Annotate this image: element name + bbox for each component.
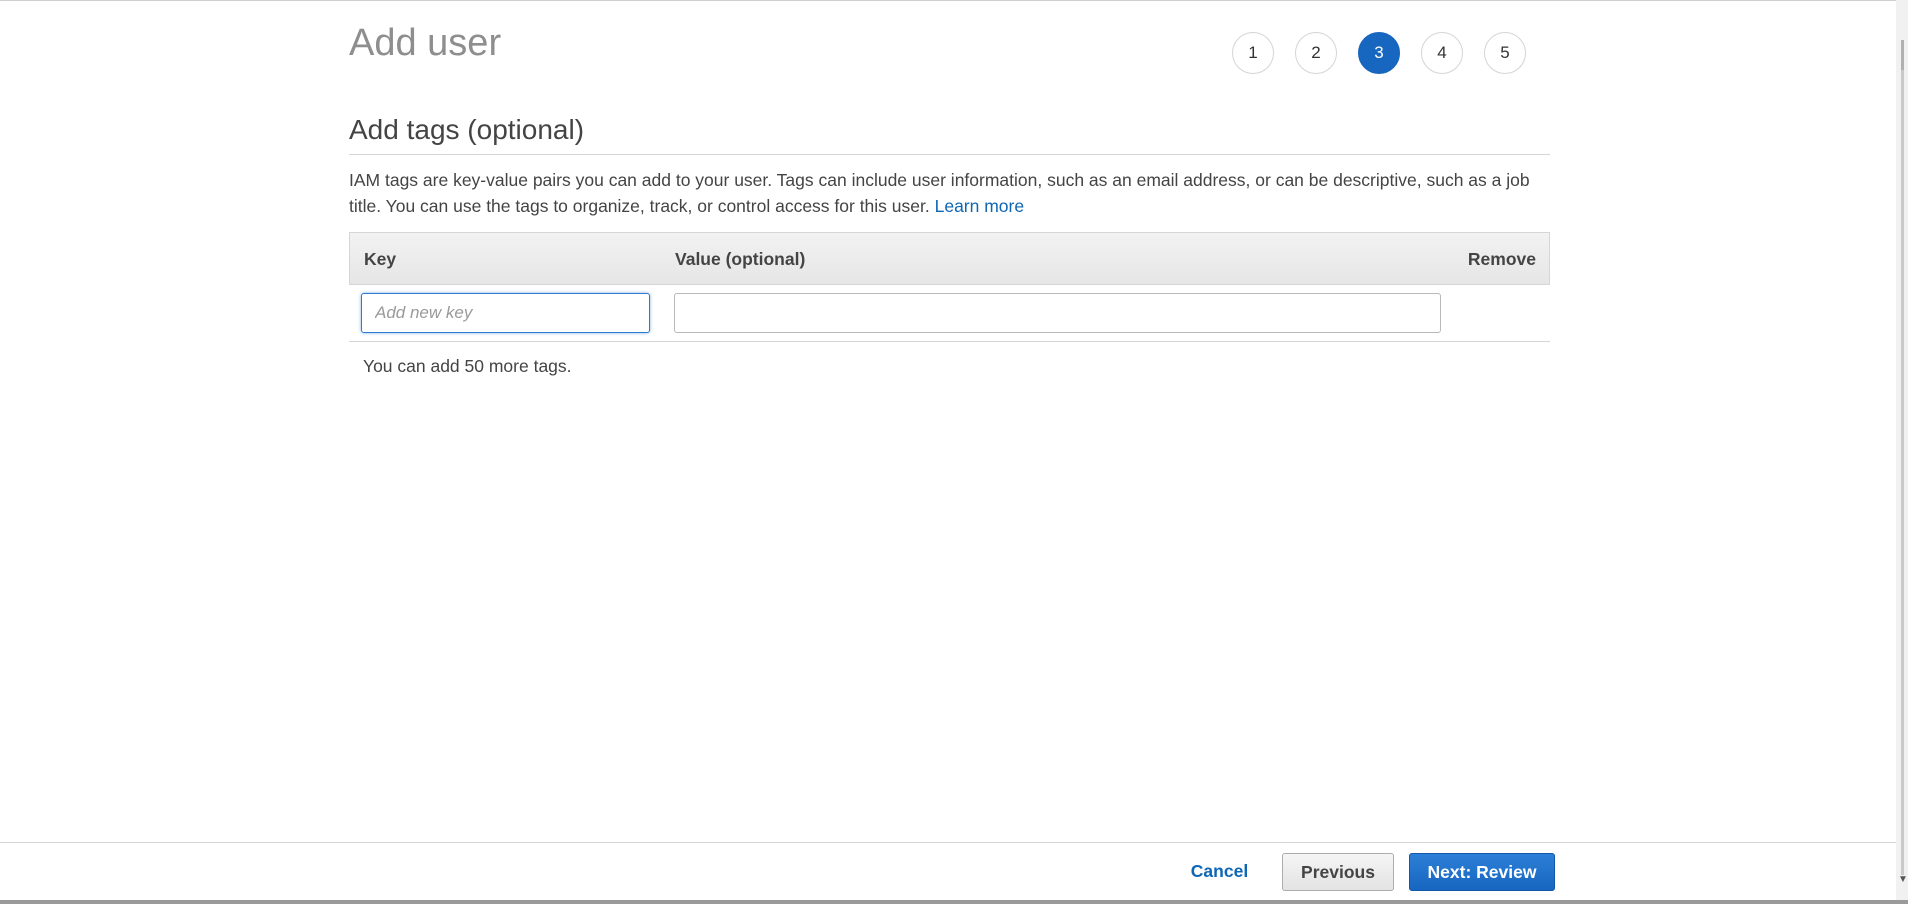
add-user-page: Add user 1 2 3 4 5 Add tags (optional) I… [0,0,1908,904]
scroll-down-arrow-icon[interactable]: ▼ [1898,874,1908,885]
step-4[interactable]: 4 [1421,32,1463,74]
section-description: IAM tags are key-value pairs you can add… [349,167,1550,219]
footer-divider [0,842,1896,843]
next-review-button[interactable]: Next: Review [1409,853,1555,891]
previous-button[interactable]: Previous [1282,853,1394,891]
learn-more-link[interactable]: Learn more [935,196,1025,216]
step-5[interactable]: 5 [1484,32,1526,74]
tags-table-header: Key Value (optional) Remove [349,232,1550,285]
step-1[interactable]: 1 [1232,32,1274,74]
bottom-border [0,900,1908,904]
tag-value-input[interactable] [674,293,1441,333]
step-3-active[interactable]: 3 [1358,32,1400,74]
remove-column-header: Remove [1467,249,1536,269]
section-title: Add tags (optional) [349,114,585,145]
step-2[interactable]: 2 [1295,32,1337,74]
tag-row-divider [349,341,1550,342]
tag-key-input[interactable] [361,293,650,333]
top-border [0,0,1908,1]
value-column-header: Value (optional) [675,249,806,269]
scrollbar-track[interactable] [1901,70,1904,875]
cancel-button[interactable]: Cancel [1181,852,1258,890]
key-column-header: Key [364,249,397,269]
section-divider [349,154,1550,155]
wizard-steps: 1 2 3 4 5 [1232,32,1526,74]
remaining-tags-text: You can add 50 more tags. [363,356,572,376]
tags-table: Key Value (optional) Remove [349,232,1550,285]
page-title: Add user [349,22,502,64]
scrollbar-thumb[interactable] [1901,40,1904,70]
